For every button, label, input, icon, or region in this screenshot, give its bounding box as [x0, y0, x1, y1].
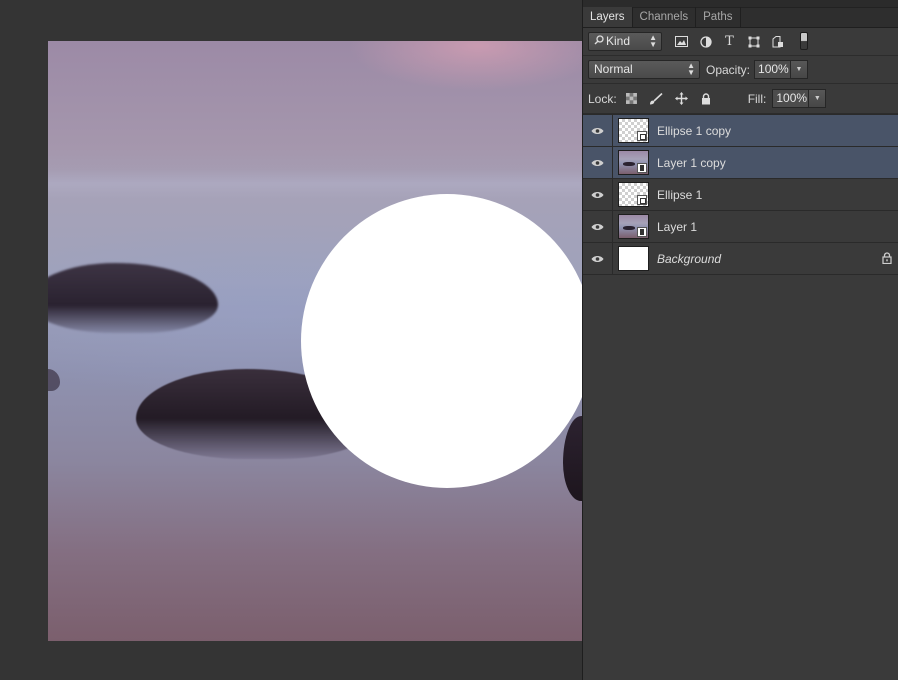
fill-dropdown-button[interactable]: ▼: [809, 89, 827, 108]
filter-toggle-switch[interactable]: [800, 32, 808, 50]
tab-layers[interactable]: Layers: [583, 7, 633, 27]
canvas-workspace[interactable]: [0, 0, 582, 680]
shape-layer-badge-icon: [637, 195, 647, 205]
visibility-toggle[interactable]: [583, 147, 613, 178]
layer-thumbnail[interactable]: [618, 150, 649, 175]
layer-name[interactable]: Layer 1 copy: [657, 147, 726, 179]
chevron-updown-icon: ▲ ▼: [649, 33, 657, 49]
layers-panel: Layers Channels Paths Kind ▲ ▼ T Normal …: [582, 0, 898, 680]
layer-row-layer-1-copy[interactable]: Layer 1 copy: [583, 147, 898, 179]
rock: [563, 416, 582, 501]
adjustment-filter-icon[interactable]: [698, 34, 713, 49]
layer-name[interactable]: Ellipse 1: [657, 179, 702, 211]
eye-icon: [591, 127, 604, 134]
blend-row: Normal ▲ ▼ Opacity: 100% ▼: [583, 56, 898, 84]
smart-object-badge-icon: [637, 163, 647, 173]
visibility-toggle[interactable]: [583, 243, 613, 274]
opacity-dropdown-button[interactable]: ▼: [791, 60, 809, 79]
layer-row-background[interactable]: Background: [583, 243, 898, 275]
layer-thumbnail[interactable]: [618, 214, 649, 239]
horizon: [48, 169, 582, 199]
shape-filter-icon[interactable]: [746, 34, 761, 49]
lock-all-icon[interactable]: [699, 91, 714, 106]
tab-paths[interactable]: Paths: [696, 7, 741, 27]
search-icon: [594, 33, 606, 50]
visibility-toggle[interactable]: [583, 211, 613, 242]
image-filter-icon[interactable]: [674, 34, 689, 49]
layer-row-layer-1[interactable]: Layer 1: [583, 211, 898, 243]
tab-channels[interactable]: Channels: [633, 7, 697, 27]
eye-icon: [591, 159, 604, 166]
lock-label: Lock:: [588, 91, 617, 106]
smart-object-filter-icon[interactable]: [770, 34, 785, 49]
eye-icon: [591, 191, 604, 198]
layer-name[interactable]: Ellipse 1 copy: [657, 115, 731, 147]
filter-kind-label: Kind: [606, 34, 631, 48]
layer-list: Ellipse 1 copy Layer 1 copy Ellipse 1 La…: [583, 114, 898, 275]
layer-thumbnail[interactable]: [618, 118, 649, 143]
layer-thumbnail[interactable]: [618, 182, 649, 207]
lock-row: Lock: Fill: 100% ▼: [583, 84, 898, 114]
visibility-toggle[interactable]: [583, 115, 613, 146]
lock-position-icon[interactable]: [674, 91, 689, 106]
lock-transparency-icon[interactable]: [624, 91, 639, 106]
shape-layer-badge-icon: [637, 131, 647, 141]
opacity-label: Opacity:: [706, 62, 751, 77]
ellipse-shape[interactable]: [301, 194, 582, 488]
visibility-toggle[interactable]: [583, 179, 613, 210]
layer-thumbnail[interactable]: [618, 246, 649, 271]
fill-label: Fill:: [747, 91, 767, 106]
chevron-updown-icon: ▲ ▼: [687, 61, 695, 77]
eye-icon: [591, 223, 604, 230]
layer-name[interactable]: Layer 1: [657, 211, 697, 243]
lock-pixels-icon[interactable]: [649, 91, 664, 106]
blend-mode-dropdown[interactable]: Normal ▲ ▼: [588, 60, 700, 79]
layer-row-ellipse-1[interactable]: Ellipse 1: [583, 179, 898, 211]
filter-row: Kind ▲ ▼ T: [583, 28, 898, 56]
filter-kind-dropdown[interactable]: Kind ▲ ▼: [588, 32, 662, 51]
sky-glow: [348, 41, 582, 91]
type-filter-icon[interactable]: T: [722, 34, 737, 49]
panel-tabs: Layers Channels Paths: [583, 7, 898, 28]
fill-input[interactable]: 100%: [772, 89, 810, 108]
blend-mode-value: Normal: [594, 62, 633, 76]
layer-row-ellipse-1-copy[interactable]: Ellipse 1 copy: [583, 115, 898, 147]
layer-name[interactable]: Background: [657, 243, 721, 275]
eye-icon: [591, 255, 604, 262]
smart-object-badge-icon: [637, 227, 647, 237]
lock-icon[interactable]: [882, 252, 892, 267]
document-canvas[interactable]: [48, 41, 582, 641]
opacity-input[interactable]: 100%: [754, 60, 792, 79]
